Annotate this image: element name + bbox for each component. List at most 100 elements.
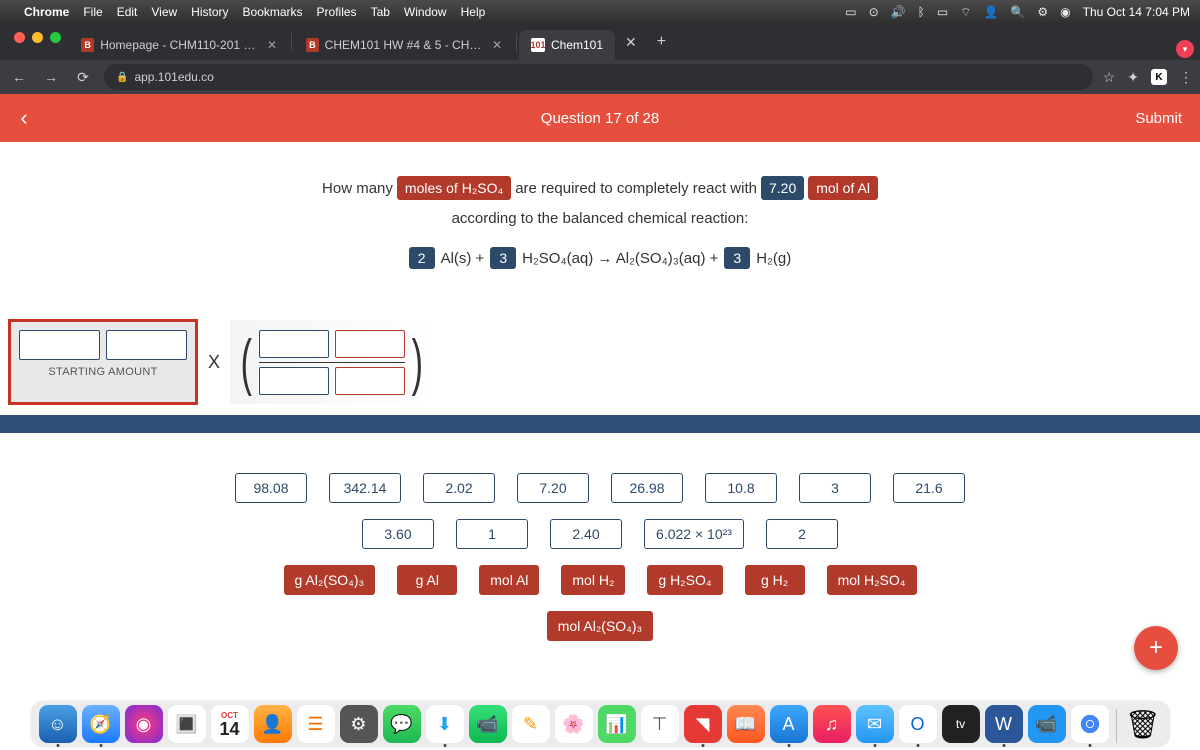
number-tile[interactable]: 10.8 (705, 473, 777, 503)
pocket-extension-icon[interactable] (1176, 40, 1194, 58)
bookmark-star-icon[interactable]: ☆ (1103, 69, 1116, 86)
menubar-app[interactable]: Chrome (24, 5, 69, 19)
number-tile[interactable]: 21.6 (893, 473, 965, 503)
denominator-value-slot[interactable] (259, 367, 329, 395)
numbers-icon[interactable]: 📊 (598, 705, 636, 743)
launchpad-icon[interactable]: 🔳 (168, 705, 206, 743)
menu-history[interactable]: History (191, 5, 228, 19)
outlook-icon[interactable]: O (899, 705, 937, 743)
unit-tile[interactable]: g Al (397, 565, 457, 595)
minimize-window-icon[interactable] (32, 32, 43, 43)
menu-bookmarks[interactable]: Bookmarks (243, 5, 303, 19)
calendar-icon[interactable]: OCT 14 (211, 705, 249, 743)
appletv-icon[interactable]: tv (942, 705, 980, 743)
add-factor-fab[interactable]: + (1134, 626, 1178, 670)
contacts-icon[interactable]: 👤 (254, 705, 292, 743)
number-tile[interactable]: 1 (456, 519, 528, 549)
menu-file[interactable]: File (83, 5, 102, 19)
facetime-icon[interactable]: 📹 (469, 705, 507, 743)
submit-button[interactable]: Submit (1135, 110, 1200, 127)
notes-icon[interactable]: ✎ (512, 705, 550, 743)
mail-icon[interactable]: ✉ (856, 705, 894, 743)
forward-button[interactable]: → (40, 69, 62, 85)
number-tile[interactable]: 2.02 (423, 473, 495, 503)
play-icon[interactable]: ⊙ (869, 5, 879, 19)
zoom-icon[interactable]: 📹 (1028, 705, 1066, 743)
number-tile[interactable]: 26.98 (611, 473, 683, 503)
trash-icon[interactable]: 🗑 (1124, 705, 1162, 743)
siri-dock-icon[interactable]: ◉ (125, 705, 163, 743)
reminders-icon[interactable]: ☰ (297, 705, 335, 743)
new-tab-button[interactable]: + (647, 33, 676, 51)
menu-edit[interactable]: Edit (117, 5, 138, 19)
tab-chem101-active[interactable]: 101 Chem101 (519, 30, 615, 60)
menu-view[interactable]: View (151, 5, 177, 19)
safari-icon[interactable]: 🧭 (82, 705, 120, 743)
menu-profiles[interactable]: Profiles (317, 5, 357, 19)
books-icon[interactable]: 📖 (727, 705, 765, 743)
siri-icon[interactable]: ◉ (1060, 5, 1070, 19)
battery-icon[interactable]: ▭ (937, 5, 948, 19)
extensions-icon[interactable]: ✦ (1127, 69, 1139, 86)
menu-tab[interactable]: Tab (371, 5, 390, 19)
starting-amount-box[interactable]: STARTING AMOUNT (8, 319, 198, 405)
menu-window[interactable]: Window (404, 5, 447, 19)
numerator-value-slot[interactable] (259, 330, 329, 358)
number-tile[interactable]: 6.022 × 10²³ (644, 519, 744, 549)
menu-help[interactable]: Help (461, 5, 486, 19)
close-tab-icon[interactable]: ✕ (492, 38, 502, 52)
close-tab-icon[interactable]: ✕ (267, 38, 277, 52)
app-icon[interactable]: ⬇ (426, 705, 464, 743)
profile-badge[interactable]: K (1151, 69, 1167, 85)
wifi-icon[interactable]: ⌔ (960, 5, 971, 20)
unit-tile[interactable]: mol H₂ (561, 565, 625, 595)
window-controls[interactable] (8, 32, 69, 53)
blackboard-favicon-icon: B (81, 38, 94, 52)
app-icon[interactable]: ◥ (684, 705, 722, 743)
number-tile[interactable]: 342.14 (329, 473, 401, 503)
close-active-tab-icon[interactable]: ✕ (615, 34, 647, 51)
unit-tile[interactable]: g H₂ (745, 565, 805, 595)
number-tile[interactable]: 98.08 (235, 473, 307, 503)
number-tile[interactable]: 2 (766, 519, 838, 549)
numerator-unit-slot[interactable] (335, 330, 405, 358)
number-tile[interactable]: 2.40 (550, 519, 622, 549)
conversion-factor[interactable]: ( ) (230, 320, 433, 404)
podcasts-icon[interactable]: ⊤ (641, 705, 679, 743)
spotlight-icon[interactable]: 🔍 (1010, 5, 1025, 19)
chrome-menu-icon[interactable]: ⋮ (1179, 69, 1192, 86)
starting-value-slot[interactable] (19, 330, 100, 360)
chrome-dock-icon[interactable] (1071, 705, 1109, 743)
unit-tile[interactable]: mol H₂SO₄ (827, 565, 917, 595)
volume-icon[interactable]: 🔊 (891, 5, 906, 19)
starting-unit-slot[interactable] (106, 330, 187, 360)
control-center-icon[interactable]: ⚙ (1037, 5, 1048, 19)
tab-homepage[interactable]: B Homepage - CHM110-201 Gen ✕ (69, 30, 289, 60)
address-bar[interactable]: 🔒 app.101edu.co (104, 64, 1093, 90)
number-tile[interactable]: 3.60 (362, 519, 434, 549)
unit-tile[interactable]: g H₂SO₄ (647, 565, 722, 595)
screenmirror-icon[interactable]: ▭ (845, 5, 856, 19)
bluetooth-icon[interactable]: ᛒ (918, 5, 925, 19)
photos-icon[interactable]: 🌸 (555, 705, 593, 743)
unit-tile[interactable]: mol Al₂(SO₄)₃ (547, 611, 654, 641)
number-tile[interactable]: 7.20 (517, 473, 589, 503)
denominator-unit-slot[interactable] (335, 367, 405, 395)
fullscreen-window-icon[interactable] (50, 32, 61, 43)
finder-icon[interactable]: ☺ (39, 705, 77, 743)
music-icon[interactable]: ♫ (813, 705, 851, 743)
word-icon[interactable]: W (985, 705, 1023, 743)
unit-tile[interactable]: g Al₂(SO₄)₃ (284, 565, 376, 595)
back-button[interactable]: ← (8, 69, 30, 85)
reload-button[interactable]: ⟳ (72, 69, 94, 86)
back-arrow-button[interactable]: ‹ (0, 105, 48, 131)
tab-chem101-hw[interactable]: B CHEM101 HW #4 & 5 - CHM110 ✕ (294, 30, 514, 60)
messages-icon[interactable]: 💬 (383, 705, 421, 743)
number-tile[interactable]: 3 (799, 473, 871, 503)
user-icon[interactable]: 👤 (983, 5, 998, 19)
appstore-icon[interactable]: A (770, 705, 808, 743)
close-window-icon[interactable] (14, 32, 25, 43)
menubar-clock[interactable]: Thu Oct 14 7:04 PM (1083, 5, 1190, 19)
settings-icon[interactable]: ⚙ (340, 705, 378, 743)
unit-tile[interactable]: mol Al (479, 565, 539, 595)
